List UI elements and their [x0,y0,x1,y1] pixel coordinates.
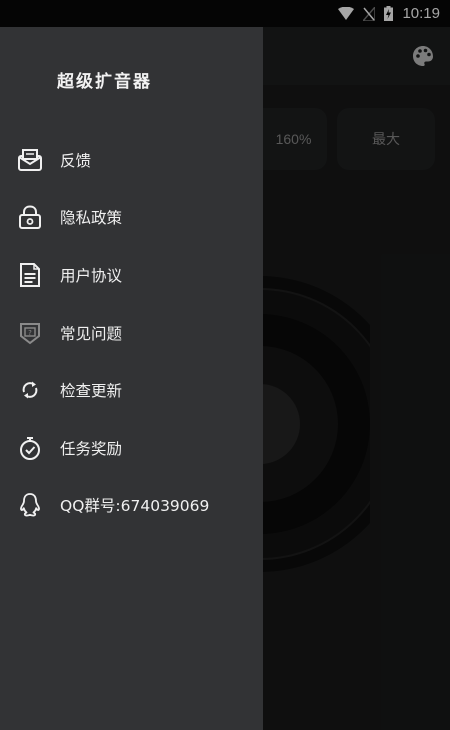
menu-item-label: QQ群号:674039069 [60,497,210,516]
menu-item-faq[interactable]: ? 常见问题 [0,304,263,362]
menu-item-label: 常见问题 [60,324,123,343]
drawer-title: 超级扩音器 [57,72,152,92]
menu-item-check-update[interactable]: 检查更新 [0,361,263,419]
menu-item-feedback[interactable]: 反馈 [0,131,263,189]
menu-item-label: 任务奖励 [60,439,123,458]
qq-penguin-icon [20,493,40,517]
navigation-drawer: 超级扩音器 反馈 隐私政策 用户协议 ? 常见问题 检查更新 任务奖励 QQ群号… [0,27,263,730]
menu-item-label: 反馈 [60,151,92,170]
refresh-icon [22,381,38,399]
document-icon [20,262,40,287]
menu-item-privacy-policy[interactable]: 隐私政策 [0,189,263,247]
menu-item-qq-group[interactable]: QQ群号:674039069 [0,477,263,535]
faq-shield-icon: ? [20,322,40,344]
menu-item-label: 检查更新 [60,382,123,401]
svg-text:?: ? [28,329,32,337]
menu-item-label: 用户协议 [60,266,123,285]
lock-icon [19,205,41,230]
stopwatch-check-icon [20,436,40,460]
menu-item-user-agreement[interactable]: 用户协议 [0,246,263,304]
menu-item-task-rewards[interactable]: 任务奖励 [0,419,263,477]
menu-item-label: 隐私政策 [60,209,123,228]
feedback-mail-icon [18,148,42,171]
